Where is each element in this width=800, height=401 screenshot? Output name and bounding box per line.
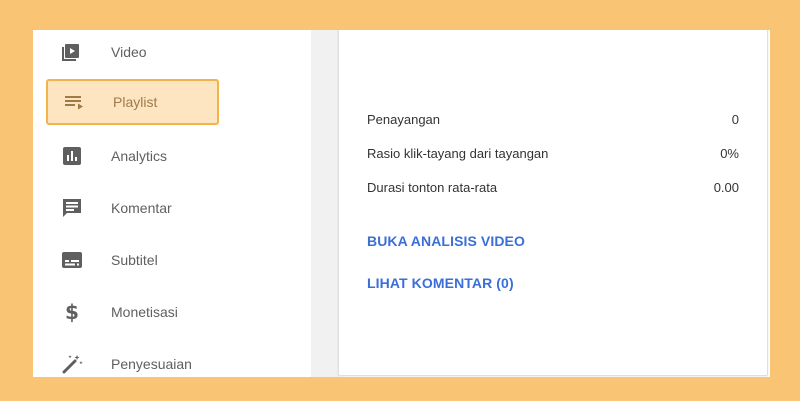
stat-row-ctr: Rasio klik-tayang dari tayangan 0% [367,146,739,166]
stat-row-views: Penayangan 0 [367,112,739,132]
sidebar-item-label: Penyesuaian [111,356,192,372]
stat-label: Durasi tonton rata-rata [367,180,498,195]
sidebar: Video Playlist Analytics Komentar Subtit… [33,30,311,377]
stat-value: 0 [731,112,739,127]
sidebar-item-subtitel[interactable]: Subtitel [33,238,311,282]
analytics-icon [60,144,84,168]
stat-label: Rasio klik-tayang dari tayangan [367,146,549,161]
sidebar-item-label: Subtitel [111,252,158,268]
dollar-icon: $ [60,300,84,324]
playlist-icon [62,90,86,114]
sidebar-gutter [311,30,339,377]
stat-row-avg-duration: Durasi tonton rata-rata 0.00 [367,180,739,200]
sidebar-item-komentar[interactable]: Komentar [33,186,311,230]
sidebar-item-label: Monetisasi [111,304,178,320]
stat-value: 0.00 [713,180,739,195]
sidebar-item-label: Video [111,44,147,60]
subtitle-icon [60,248,84,272]
sidebar-item-analytics[interactable]: Analytics [33,134,311,178]
video-stats-card: Penayangan 0 Rasio klik-tayang dari taya… [338,30,768,376]
open-video-analytics-link[interactable]: BUKA ANALISIS VIDEO [367,233,525,249]
stat-label: Penayangan [367,112,441,127]
sidebar-item-label: Komentar [111,200,172,216]
sidebar-item-monetisasi[interactable]: $ Monetisasi [33,290,311,334]
sidebar-item-penyesuaian[interactable]: Penyesuaian [33,342,311,377]
stat-value: 0% [720,146,739,161]
video-icon [60,40,84,64]
sidebar-item-video[interactable]: Video [33,30,311,74]
sidebar-item-playlist[interactable]: Playlist [46,79,219,125]
sidebar-item-label: Playlist [113,94,158,110]
view-comments-link[interactable]: LIHAT KOMENTAR (0) [367,275,514,291]
comment-icon [60,196,84,220]
studio-panel: Video Playlist Analytics Komentar Subtit… [33,30,770,377]
sidebar-item-label: Analytics [111,148,168,164]
svg-text:$: $ [65,300,79,324]
magic-wand-icon [60,352,84,376]
